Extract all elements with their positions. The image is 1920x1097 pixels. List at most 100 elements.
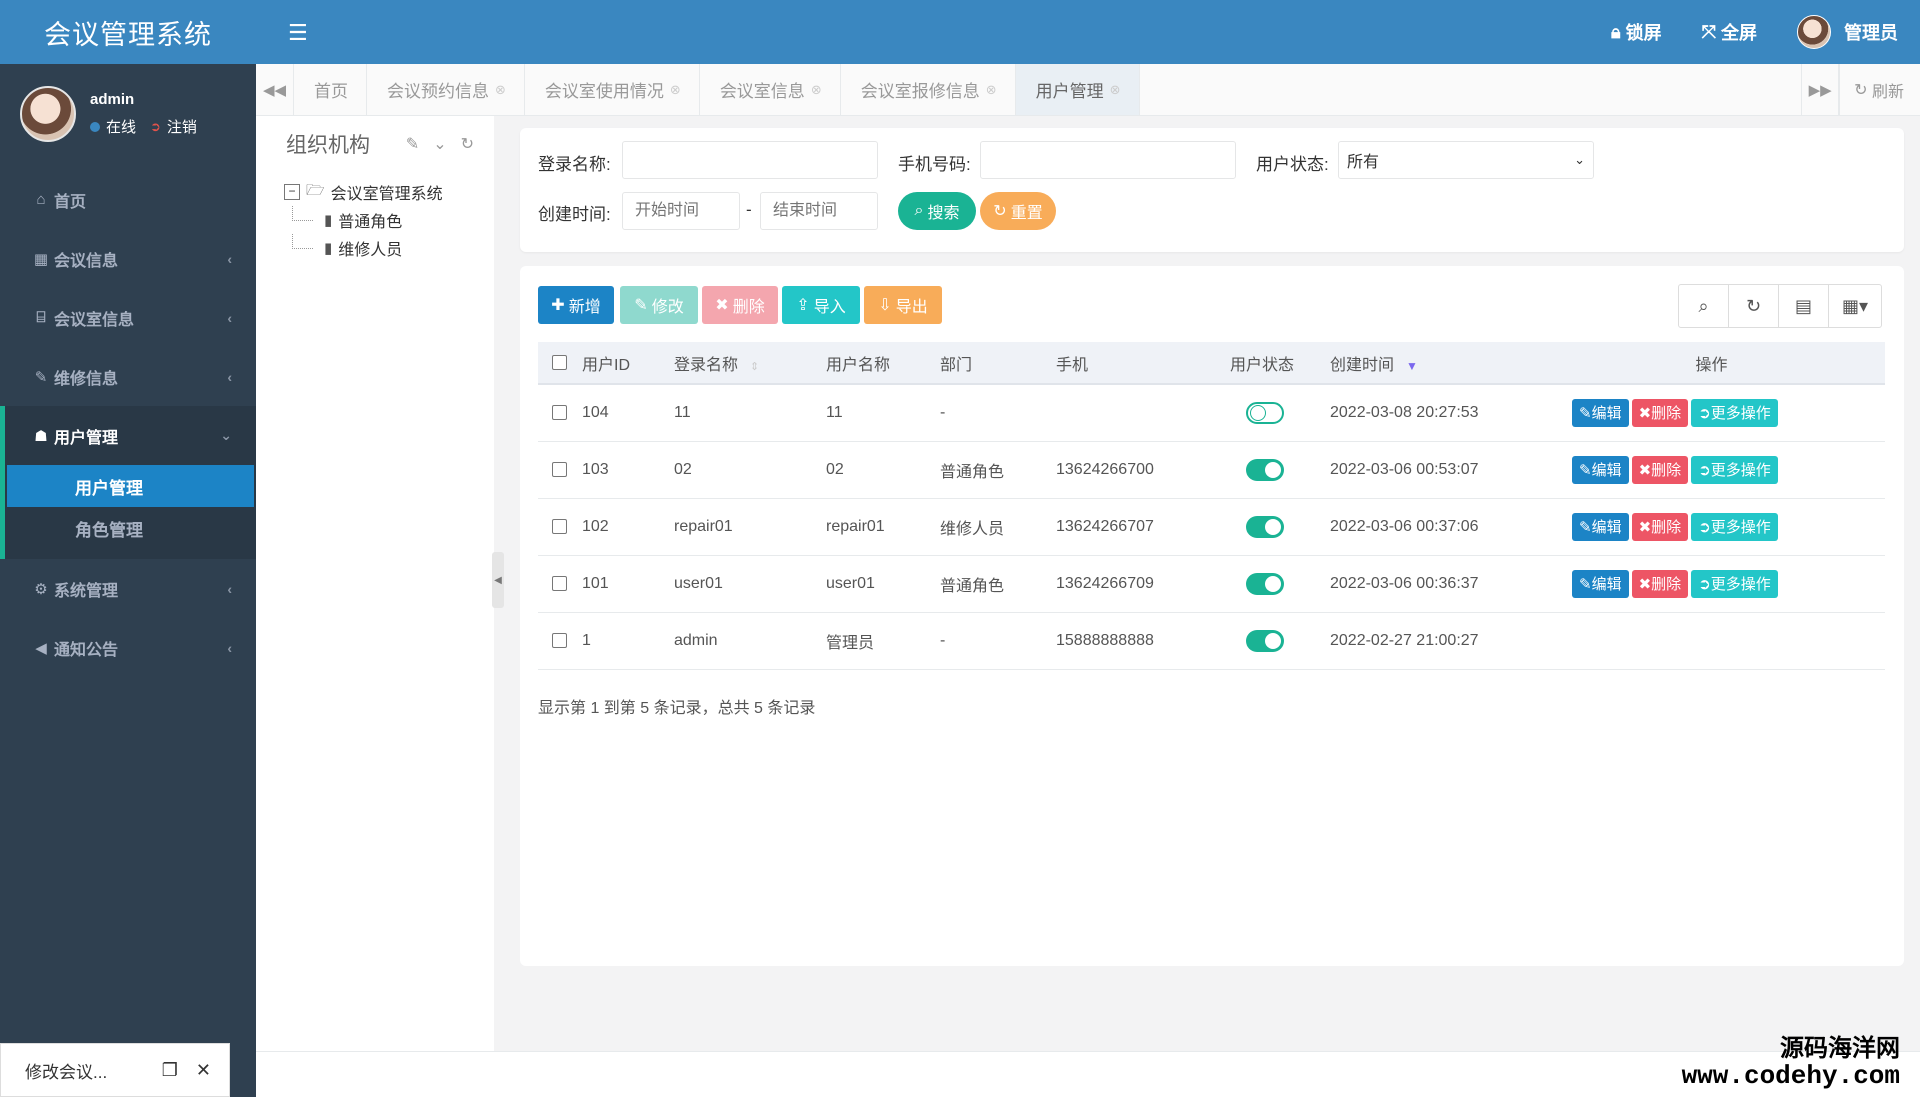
sidebar-item-room-info[interactable]: ⌸ 会议室信息 ‹ — [0, 288, 256, 347]
col-status[interactable]: 用户状态 — [1230, 342, 1330, 385]
close-icon[interactable]: ⊗ — [1110, 82, 1121, 98]
collapse-icon[interactable]: − — [284, 184, 300, 200]
logout-icon[interactable]: ➲ — [150, 119, 161, 135]
restore-icon[interactable]: ❐ — [162, 1060, 178, 1081]
row-edit-button[interactable]: ✎ 编辑 — [1572, 569, 1629, 598]
cell-user-id: 1 — [582, 612, 674, 670]
row-edit-button[interactable]: ✎ 编辑 — [1572, 512, 1629, 541]
avatar[interactable] — [20, 86, 76, 142]
row-more-button[interactable]: ➲ 更多操作 — [1691, 569, 1778, 598]
toggle-view-icon[interactable]: ▤ — [1779, 285, 1829, 327]
row-more-button[interactable]: ➲ 更多操作 — [1691, 512, 1778, 541]
export-button[interactable]: ⇩ 导出 — [864, 286, 942, 324]
logout-link[interactable]: 注销 — [167, 116, 197, 137]
close-icon[interactable]: ⊗ — [811, 82, 822, 98]
columns-icon[interactable]: ▦▾ — [1829, 285, 1881, 327]
submenu-item-role[interactable]: 角色管理 — [7, 507, 254, 549]
row-edit-button[interactable]: ✎ 编辑 — [1572, 398, 1629, 427]
col-login-name[interactable]: 登录名称 ⇕ — [674, 342, 826, 385]
end-time-input[interactable] — [760, 192, 878, 230]
row-checkbox[interactable] — [552, 405, 567, 421]
user-table-card: ✚ 新增 ✎ 修改 ✖ 删除 ⇪ 导入 ⇩ 导出 ⌕ ↻ ▤ ▦▾ 用户ID 登录名称 ⇕ … — [520, 266, 1904, 966]
col-dept[interactable]: 部门 — [940, 342, 1056, 385]
refresh-icon[interactable]: ↻ — [461, 134, 474, 154]
refresh-icon: ↻ — [1854, 81, 1868, 99]
fullscreen-button[interactable]: ⤧ 全屏 — [1702, 19, 1757, 45]
col-user-name[interactable]: 用户名称 — [826, 342, 940, 385]
sidebar-item-meeting-info[interactable]: ▦ 会议信息 ‹ — [0, 229, 256, 288]
tab-home[interactable]: 首页 — [294, 64, 367, 115]
edit-button[interactable]: ✎ 修改 — [620, 286, 698, 324]
toggle-knob — [1265, 461, 1281, 478]
phone-input[interactable] — [980, 141, 1236, 179]
close-icon[interactable]: ⊗ — [986, 82, 997, 98]
col-phone[interactable]: 手机 — [1056, 342, 1230, 385]
close-icon[interactable]: ⊗ — [670, 82, 681, 98]
tree-node[interactable]: ▮ 普通角色 — [284, 206, 494, 234]
collapse-panel-icon[interactable]: ◀ — [492, 552, 504, 608]
search-icon[interactable]: ⌕ — [1679, 285, 1729, 327]
sidebar-item-home[interactable]: ⌂ 首页 — [0, 170, 256, 229]
row-delete-label: 删除 — [1651, 405, 1682, 423]
chevron-down-icon[interactable]: ⌄ — [433, 134, 446, 154]
tab-room-repair[interactable]: 会议室报修信息 ⊗ — [841, 64, 1016, 115]
tabs-scroll-right-icon[interactable]: ▶▶ — [1801, 64, 1840, 115]
tree-node[interactable]: ▮ 维修人员 — [284, 234, 494, 262]
row-edit-label: 编辑 — [1591, 462, 1622, 479]
select-all-checkbox[interactable] — [552, 354, 567, 370]
row-checkbox[interactable] — [552, 518, 567, 534]
sidebar-item-system[interactable]: ⚙ 系统管理 ‹ — [0, 559, 256, 618]
search-button[interactable]: ⌕ 搜索 — [898, 192, 976, 230]
row-delete-button[interactable]: ✖ 删除 — [1631, 398, 1689, 427]
sidebar-item-notice[interactable]: ◀ 通知公告 ‹ — [0, 618, 256, 677]
submenu-item-user[interactable]: 用户管理 — [7, 465, 254, 507]
tabs-scroll-left-icon[interactable]: ◀◀ — [256, 64, 294, 115]
row-checkbox[interactable] — [552, 461, 567, 477]
tab-label: 用户管理 — [1035, 82, 1104, 101]
sidebar-item-user-mgmt[interactable]: ☗ 用户管理 ⌄ — [0, 406, 256, 465]
close-icon[interactable]: ⊗ — [495, 82, 506, 98]
delete-button[interactable]: ✖ 删除 — [702, 286, 778, 324]
menu-toggle-icon[interactable]: ☰ — [288, 20, 308, 46]
sidebar-item-repair-info[interactable]: ✎ 维修信息 ‹ — [0, 347, 256, 406]
chevron-right-circle-icon: ➲ — [1698, 518, 1711, 536]
row-checkbox[interactable] — [552, 632, 567, 648]
row-delete-button[interactable]: ✖ 删除 — [1631, 569, 1689, 598]
status-toggle[interactable] — [1246, 629, 1284, 652]
row-checkbox[interactable] — [552, 575, 567, 591]
row-edit-button[interactable]: ✎ 编辑 — [1572, 455, 1629, 484]
fullscreen-icon: ⤧ — [1701, 21, 1716, 42]
row-more-button[interactable]: ➲ 更多操作 — [1691, 455, 1778, 484]
lock-screen-button[interactable]: 🔒︎ 锁屏 — [1611, 19, 1662, 45]
status-select[interactable]: 所有 ⌄ — [1338, 141, 1594, 179]
refresh-icon[interactable]: ↻ — [1729, 285, 1779, 327]
login-name-input[interactable] — [622, 141, 878, 179]
tab-room-info[interactable]: 会议室信息 ⊗ — [700, 64, 841, 115]
row-delete-button[interactable]: ✖ 删除 — [1631, 512, 1689, 541]
import-button[interactable]: ⇪ 导入 — [782, 286, 860, 324]
reset-button[interactable]: ↻ 重置 — [980, 192, 1056, 230]
refresh-tab-button[interactable]: ↻ 刷新 — [1839, 64, 1920, 115]
tab-room-usage[interactable]: 会议室使用情况 ⊗ — [525, 64, 700, 115]
row-more-button[interactable]: ➲ 更多操作 — [1691, 398, 1778, 427]
tree-node-root[interactable]: − 🗁︎ 会议室管理系统 — [284, 178, 494, 206]
tab-user-mgmt[interactable]: 用户管理 ⊗ — [1015, 64, 1140, 115]
cell-login-name: 11 — [674, 384, 826, 442]
admin-menu[interactable]: 管理员 — [1797, 15, 1898, 49]
status-toggle[interactable] — [1246, 515, 1284, 538]
minimized-window[interactable]: 修改会议... ❐ ✕ — [0, 1043, 230, 1097]
edit-icon[interactable]: ✎ — [406, 134, 419, 154]
start-time-input[interactable] — [622, 192, 740, 230]
toggle-knob — [1265, 575, 1281, 592]
row-delete-button[interactable]: ✖ 删除 — [1631, 455, 1689, 484]
col-created[interactable]: 创建时间 ▼ — [1330, 342, 1538, 385]
close-icon[interactable]: ✕ — [196, 1060, 211, 1081]
sidebar-item-label: 会议信息 — [54, 252, 119, 270]
status-toggle[interactable] — [1246, 458, 1284, 481]
tab-meeting-booking[interactable]: 会议预约信息 ⊗ — [367, 64, 525, 115]
add-button[interactable]: ✚ 新增 — [538, 286, 614, 324]
status-toggle[interactable] — [1246, 572, 1284, 595]
col-user-id[interactable]: 用户ID — [582, 342, 674, 385]
status-toggle[interactable] — [1246, 401, 1284, 424]
chevron-left-icon: ‹ — [227, 368, 232, 385]
